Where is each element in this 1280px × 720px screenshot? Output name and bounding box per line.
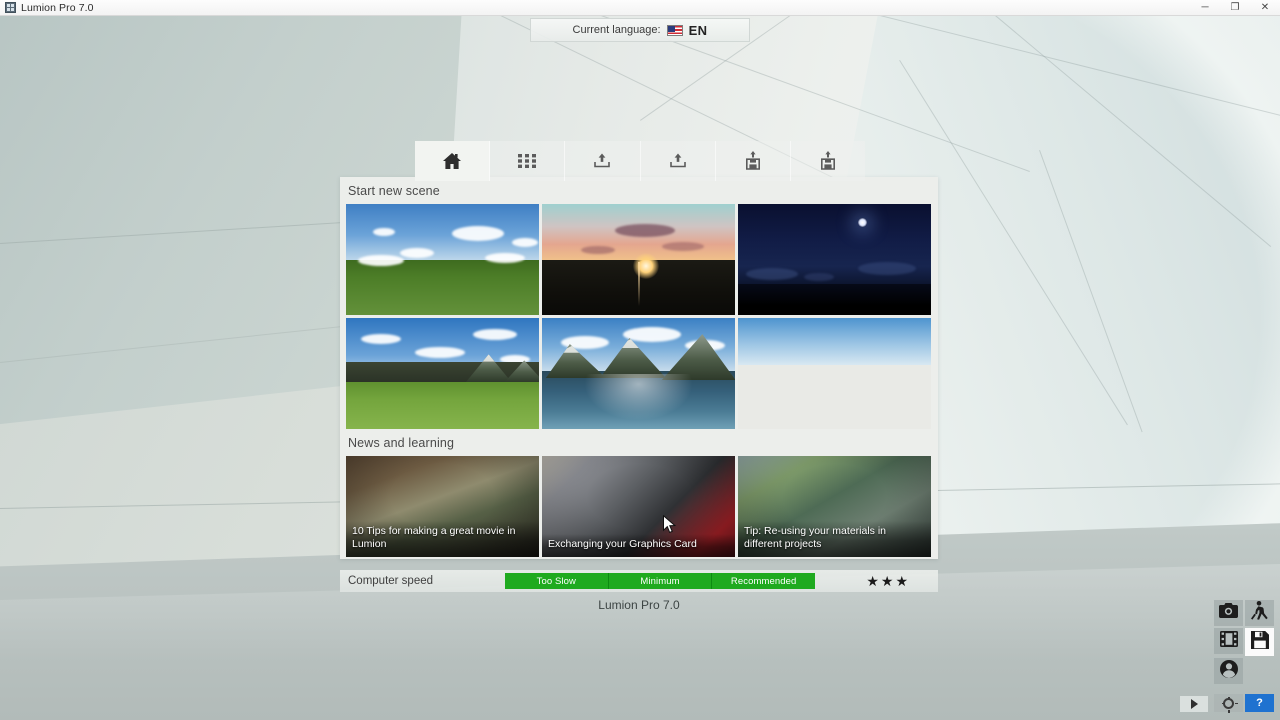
tab-home[interactable] [415,141,491,181]
language-bar[interactable]: Current language: EN [530,18,750,42]
news-caption: 10 Tips for making a great movie in Lumi… [346,520,539,557]
tab-import[interactable] [640,141,716,181]
floppy-disk-icon [1250,630,1269,654]
news-materials-tip[interactable]: Tip: Re-using your materials in differen… [738,456,931,557]
restore-button[interactable]: ❐ [1220,0,1250,16]
minimize-button[interactable]: ─ [1190,0,1220,16]
scene-grid [340,204,938,429]
language-code: EN [688,22,708,38]
start-new-scene-title: Start new scene [348,184,440,198]
window-controls: ─ ❐ ✕ [1190,0,1280,16]
water-reflection [576,373,701,425]
start-panel: Start new scene News and learning 10 Tip… [340,177,938,559]
version-label: Lumion Pro 7.0 [598,598,680,612]
news-caption: Tip: Re-using your materials in differen… [738,520,931,557]
home-icon [442,152,462,170]
help-button[interactable]: ? [1245,694,1274,712]
movie-mode-button[interactable] [1214,628,1243,654]
settings-button[interactable] [1214,694,1243,712]
news-movie-tips[interactable]: 10 Tips for making a great movie in Lumi… [346,456,539,557]
play-button[interactable] [1180,696,1208,712]
walk-mode-button[interactable] [1245,600,1274,626]
person-walking-icon [1251,601,1268,625]
scene-lake[interactable] [542,318,735,429]
person-mode-button[interactable] [1214,658,1243,684]
load-tray-icon-2 [668,152,688,170]
grid-icon [518,154,537,168]
save-disk-icon [743,151,763,171]
save-scene-button[interactable] [1245,628,1274,656]
mode-toolbar [1214,600,1274,684]
gear-icon [1222,696,1234,709]
speed-segment-too-slow: Too Slow [505,573,609,589]
scene-white[interactable] [738,318,931,429]
cloud-layer [738,204,931,315]
mouse-cursor [663,514,677,539]
play-triangle-icon [1190,699,1198,709]
news-caption: Exchanging your Graphics Card [542,533,735,557]
load-tray-icon [592,152,612,170]
lumion-icon [5,2,16,13]
news-graphics-card[interactable]: Exchanging your Graphics Card [542,456,735,557]
tab-examples[interactable] [490,141,566,181]
scene-night[interactable] [738,204,931,315]
tab-save-scene[interactable] [715,141,791,181]
scene-sunset[interactable] [542,204,735,315]
scene-plain[interactable] [346,204,539,315]
speed-rating-stars: ★★★ [866,572,910,589]
computer-speed-bar: Too Slow Minimum Recommended [505,573,816,589]
sun-ray [637,261,640,306]
tab-strip [415,141,866,181]
close-button[interactable]: ✕ [1250,0,1280,16]
window-titlebar: Lumion Pro 7.0 ─ ❐ ✕ [0,0,1280,16]
computer-speed-row: Computer speed Too Slow Minimum Recommen… [340,570,938,592]
save-disk-icon-2 [818,151,838,171]
cloud-layer [346,204,539,315]
person-head-icon [1219,659,1238,683]
camera-icon [1219,603,1238,623]
news-grid: 10 Tips for making a great movie in Lumi… [340,456,938,557]
speed-segment-recommended: Recommended [712,573,816,589]
film-strip-icon [1219,630,1238,652]
window-title: Lumion Pro 7.0 [21,1,94,14]
news-and-learning-title: News and learning [348,436,455,450]
us-flag-icon [666,24,683,36]
language-label: Current language: [572,24,661,36]
photo-mode-button[interactable] [1214,600,1243,626]
tab-load-scene[interactable] [565,141,641,181]
computer-speed-label: Computer speed [348,575,434,587]
speed-segment-minimum: Minimum [608,573,713,589]
scene-mountain[interactable] [346,318,539,429]
utility-toolbar: ? [1214,694,1274,712]
tab-save-as[interactable] [790,141,866,181]
